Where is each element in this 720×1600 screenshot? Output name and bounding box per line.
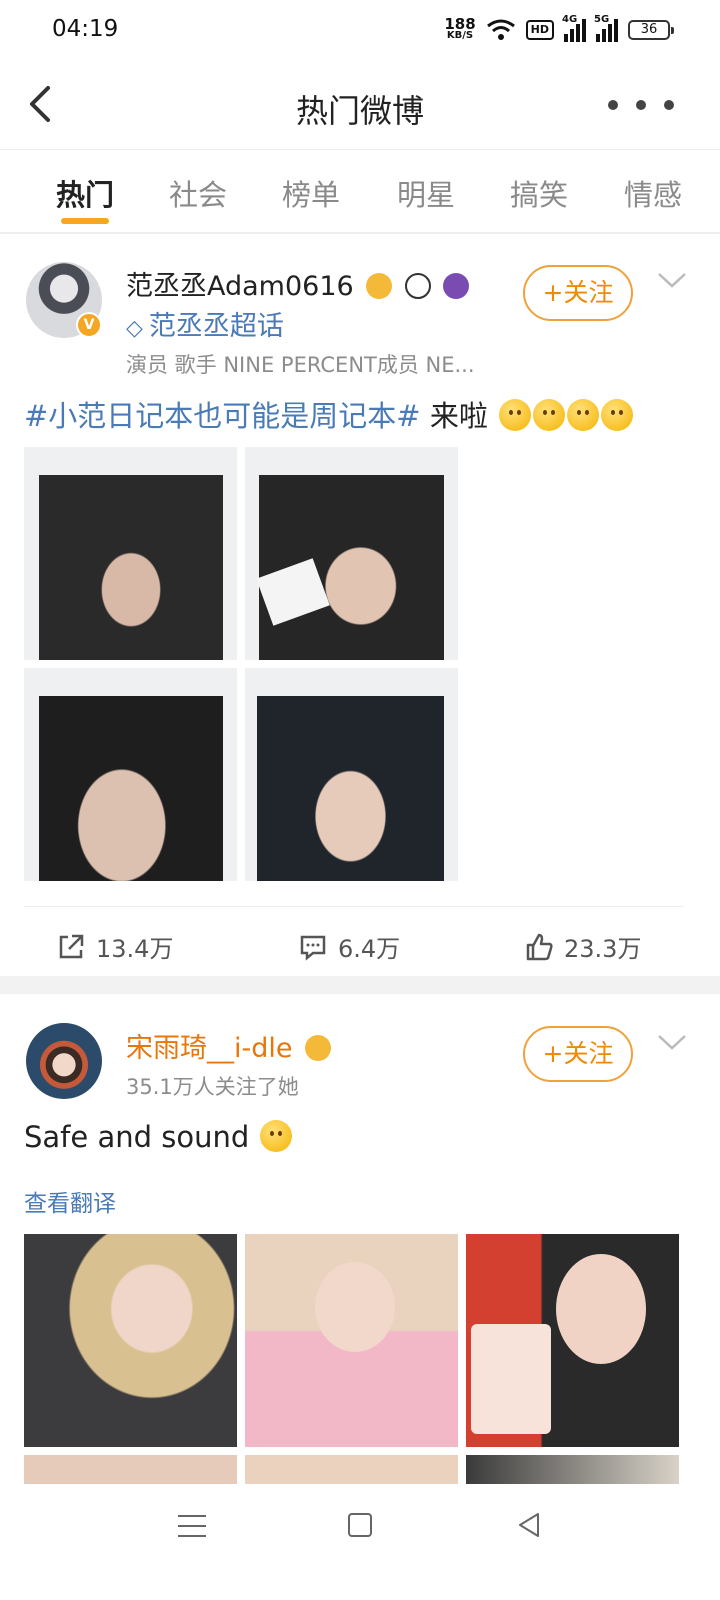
follow-button[interactable]: +关注: [523, 265, 633, 321]
title-bar: 热门微博: [0, 62, 720, 150]
network-speed: 188 KB/S: [444, 15, 476, 42]
battery-icon: 36: [628, 20, 674, 40]
tab-society[interactable]: 社会: [169, 172, 227, 214]
smirk-emoji-icon: [601, 399, 634, 431]
tab-emotion[interactable]: 情感: [624, 172, 682, 214]
status-icons: 188 KB/S HD 4G 5G 36: [444, 14, 674, 42]
tab-hot[interactable]: 热门: [56, 172, 114, 214]
supertopic-link[interactable]: ◇ 范丞丞超话: [126, 304, 284, 343]
post-image[interactable]: [245, 447, 458, 660]
chevron-down-icon[interactable]: [657, 270, 687, 290]
tab-funny[interactable]: 搞笑: [510, 172, 568, 214]
thumbs-up-icon: [526, 933, 553, 960]
tab-stars[interactable]: 明星: [397, 172, 455, 214]
chevron-down-icon[interactable]: [657, 1032, 687, 1052]
translate-link[interactable]: 查看翻译: [24, 1184, 116, 1218]
smile-emoji-icon: [499, 399, 532, 431]
post-actions: 13.4万 6.4万 23.3万: [24, 906, 684, 976]
topic-link[interactable]: #小范日记本也可能是周记本#: [24, 399, 421, 433]
crown-badge-icon: [305, 1035, 332, 1061]
hd-voice-icon: HD: [525, 20, 554, 40]
status-bar: 04:19 188 KB/S HD 4G 5G 36: [0, 0, 720, 62]
signal-5g-icon: 5G: [594, 14, 618, 42]
post-image[interactable]: [24, 668, 237, 881]
diamond-icon: ◇: [126, 316, 143, 341]
post-image[interactable]: [24, 1234, 237, 1447]
post-separator: [0, 976, 720, 994]
post-image[interactable]: [466, 1234, 679, 1447]
post-image[interactable]: [245, 1234, 458, 1447]
post-image[interactable]: [24, 1455, 237, 1485]
post-image[interactable]: [245, 1455, 458, 1485]
crown-badge-icon: [366, 273, 393, 299]
panda-badge-icon: [404, 273, 431, 299]
author-bio: 演员 歌手 NINE PERCENT成员 NE...: [126, 353, 475, 377]
surprised-emoji-icon: [567, 399, 600, 431]
back-triangle-icon[interactable]: [514, 1510, 544, 1540]
tongue-wink-emoji-icon: [260, 1120, 293, 1152]
app-screen: 04:19 188 KB/S HD 4G 5G 36 热门微博 热门 社会 榜单…: [0, 0, 720, 1600]
repost-button[interactable]: 13.4万: [56, 929, 173, 964]
author-name[interactable]: 范丞丞Adam0616: [126, 264, 470, 303]
signal-4g-icon: 4G: [562, 14, 586, 42]
comment-icon: [300, 935, 326, 961]
more-options-icon[interactable]: [608, 100, 674, 110]
shield-badge-icon: [443, 273, 470, 299]
system-nav-bar: [0, 1484, 720, 1600]
kiss-emoji-icon: [533, 399, 566, 431]
post-text: Safe and sound: [24, 1120, 293, 1154]
post-image[interactable]: [245, 668, 458, 881]
post-text: #小范日记本也可能是周记本# 来啦: [24, 393, 634, 435]
share-icon: [59, 934, 84, 958]
like-button[interactable]: 23.3万: [524, 929, 641, 964]
follow-button[interactable]: +关注: [523, 1026, 633, 1082]
menu-icon[interactable]: [178, 1515, 206, 1545]
comment-button[interactable]: 6.4万: [298, 929, 400, 964]
verified-badge-icon: V: [76, 312, 102, 338]
author-name[interactable]: 宋雨琦__i-dle: [126, 1026, 332, 1065]
post-image[interactable]: [466, 1455, 679, 1485]
post-image[interactable]: [24, 447, 237, 660]
category-tabs: 热门 社会 榜单 明星 搞笑 情感: [0, 150, 720, 234]
home-icon[interactable]: [348, 1513, 372, 1537]
follower-count: 35.1万人关注了她: [126, 1075, 299, 1099]
tab-ranking[interactable]: 榜单: [282, 172, 340, 214]
avatar[interactable]: [26, 1023, 102, 1099]
status-time: 04:19: [52, 16, 119, 42]
wifi-icon: [486, 19, 515, 40]
active-tab-indicator: [61, 218, 109, 224]
